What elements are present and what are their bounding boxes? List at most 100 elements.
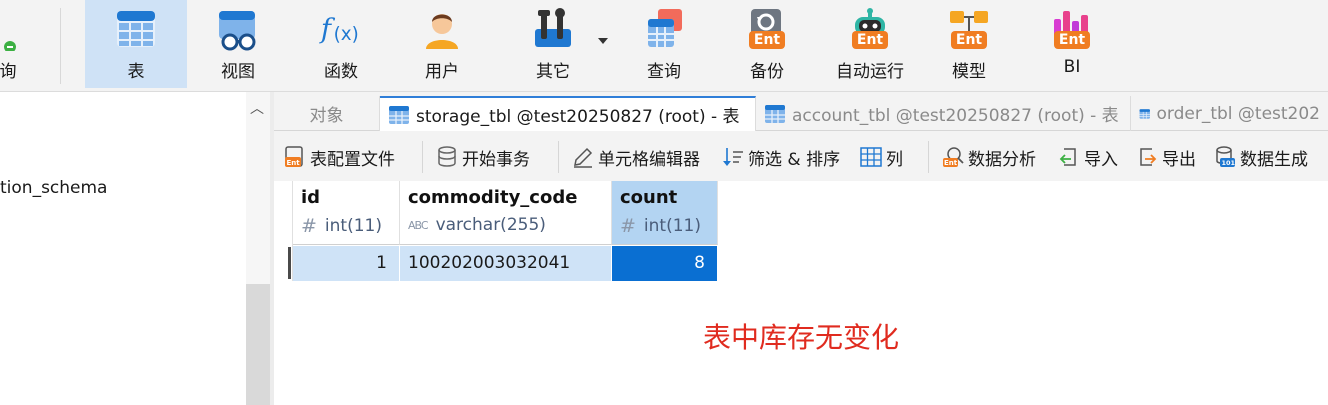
numeric-type-icon: # <box>301 215 317 237</box>
ribbon-automation-button[interactable]: Ent 自动运行 <box>826 0 914 88</box>
chevron-up-icon[interactable]: ︿ <box>248 100 266 118</box>
ribbon-query-label: 查询 <box>647 62 681 82</box>
view-icon <box>216 7 260 51</box>
robot-icon: Ent <box>848 7 892 51</box>
table-icon <box>765 104 785 123</box>
ribbon-user-label: 用户 <box>425 62 459 82</box>
column-type: # int(11) <box>301 215 382 237</box>
ribbon-function-button[interactable]: f (x) 函数 <box>300 0 382 88</box>
columns-icon <box>860 146 882 168</box>
column-type-label: varchar(255) <box>435 215 546 235</box>
column-type: ABC varchar(255) <box>408 215 546 235</box>
main-ribbon: 询 表 视图 f (x) 函数 用户 其它 查询 Ent 备份 Ent 自动运行… <box>0 0 1328 92</box>
filter-sort-label: 筛选 & 排序 <box>748 149 841 170</box>
ribbon-backup-label: 备份 <box>750 62 784 82</box>
table-cell-id[interactable]: 1 <box>293 246 400 281</box>
ribbon-query-button[interactable]: 查询 <box>624 0 704 88</box>
table-icon <box>114 7 158 51</box>
column-type: # int(11) <box>620 215 701 237</box>
function-icon: f (x) <box>319 7 363 51</box>
data-analysis-label: 数据分析 <box>968 149 1036 170</box>
begin-transaction-label: 开始事务 <box>462 149 530 170</box>
tab-account-tbl[interactable]: account_tbl @test20250827 (root) - 表 <box>756 96 1131 131</box>
ent-badge: Ent <box>749 31 785 49</box>
column-header-id[interactable]: id # int(11) <box>293 181 400 245</box>
data-grid: id # int(11) commodity_code ABC varchar(… <box>274 181 1328 405</box>
database-icon <box>436 146 458 168</box>
data-generate-button[interactable]: 101 数据生成 <box>1214 143 1308 171</box>
column-name: count <box>620 187 678 208</box>
column-type-label: int(11) <box>324 216 382 236</box>
ribbon-separator <box>60 8 61 84</box>
export-button[interactable]: 导出 <box>1136 143 1196 171</box>
ribbon-bi-button[interactable]: Ent BI <box>1032 0 1112 88</box>
table-profile-button[interactable]: Ent 表配置文件 <box>284 143 395 171</box>
numeric-type-icon: # <box>620 215 636 237</box>
toolbar-separator <box>422 141 423 173</box>
table-cell-commodity-code[interactable]: 100202003032041 <box>400 246 612 281</box>
columns-button[interactable]: 列 <box>860 143 903 171</box>
ribbon-partial-label: 询 <box>0 62 17 82</box>
svg-text:Ent: Ent <box>287 159 301 167</box>
column-header-commodity-code[interactable]: commodity_code ABC varchar(255) <box>400 181 612 245</box>
cell-editor-label: 单元格编辑器 <box>598 149 700 170</box>
nav-scrollbar-thumb[interactable] <box>246 284 270 405</box>
current-row-marker <box>288 247 291 279</box>
column-type-label: int(11) <box>643 216 701 236</box>
data-analysis-button[interactable]: Ent 数据分析 <box>942 143 1036 171</box>
tab-storage-tbl-label: storage_tbl @test20250827 (root) - 表 <box>416 107 740 127</box>
svg-text:Ent: Ent <box>944 159 958 167</box>
annotation-text: 表中库存无变化 <box>703 321 900 354</box>
table-icon <box>1139 108 1150 119</box>
ribbon-bi-label: BI <box>1063 57 1081 77</box>
text-type-icon: ABC <box>408 218 429 232</box>
data-analysis-icon: Ent <box>942 146 964 168</box>
tab-storage-tbl[interactable]: storage_tbl @test20250827 (root) - 表 <box>380 96 756 131</box>
table-toolbar: Ent 表配置文件 开始事务 单元格编辑器 筛选 & 排序 列 Ent 数据分析 <box>274 131 1328 181</box>
pencil-icon <box>572 146 594 168</box>
column-header-count[interactable]: count # int(11) <box>612 181 718 245</box>
data-generate-icon: 101 <box>1214 146 1236 168</box>
ribbon-query-partial-button[interactable]: 询 <box>0 0 38 88</box>
ribbon-model-button[interactable]: Ent 模型 <box>929 0 1009 88</box>
tab-order-tbl[interactable]: order_tbl @test202 <box>1131 96 1328 131</box>
bi-chart-icon: Ent <box>1050 7 1094 51</box>
cell-editor-button[interactable]: 单元格编辑器 <box>572 143 700 171</box>
ent-badge: Ent <box>951 31 987 49</box>
ent-badge: Ent <box>852 31 888 49</box>
columns-label: 列 <box>886 149 903 170</box>
export-label: 导出 <box>1162 149 1196 170</box>
nav-item-information-schema[interactable]: tion_schema <box>0 178 107 198</box>
ribbon-other-button[interactable]: 其它 <box>512 0 594 88</box>
tab-objects-label: 对象 <box>309 106 344 126</box>
ribbon-table-label: 表 <box>127 62 145 82</box>
tab-objects[interactable]: 对象 <box>274 96 380 131</box>
tab-bar: 对象 storage_tbl @test20250827 (root) - 表 … <box>274 92 1328 131</box>
ribbon-view-button[interactable]: 视图 <box>197 0 279 88</box>
navigation-panel: ︿ tion_schema <box>0 92 270 405</box>
table-cell-count[interactable]: 8 <box>612 246 718 281</box>
tools-icon <box>531 7 575 51</box>
table-profile-icon: Ent <box>284 146 306 168</box>
data-generate-label: 数据生成 <box>1240 149 1308 170</box>
ribbon-table-button[interactable]: 表 <box>85 0 187 88</box>
tab-order-tbl-label: order_tbl @test202 <box>1156 103 1320 124</box>
table-icon <box>389 105 409 124</box>
ribbon-view-label: 视图 <box>221 62 255 82</box>
import-icon <box>1058 146 1080 168</box>
ribbon-user-button[interactable]: 用户 <box>402 0 482 88</box>
filter-sort-button[interactable]: 筛选 & 排序 <box>722 143 840 171</box>
import-button[interactable]: 导入 <box>1058 143 1118 171</box>
ribbon-backup-button[interactable]: Ent 备份 <box>727 0 807 88</box>
begin-transaction-button[interactable]: 开始事务 <box>436 143 530 171</box>
toolbar-separator <box>558 141 559 173</box>
filter-sort-icon <box>722 146 744 168</box>
user-icon <box>420 7 464 51</box>
svg-text:101: 101 <box>1222 159 1236 167</box>
toolbar-separator <box>928 141 929 173</box>
ribbon-model-label: 模型 <box>952 62 986 82</box>
svg-text:(x): (x) <box>334 24 359 45</box>
tab-account-tbl-label: account_tbl @test20250827 (root) - 表 <box>792 106 1119 126</box>
green-dot-icon <box>0 7 30 51</box>
chevron-down-icon[interactable] <box>598 38 608 44</box>
